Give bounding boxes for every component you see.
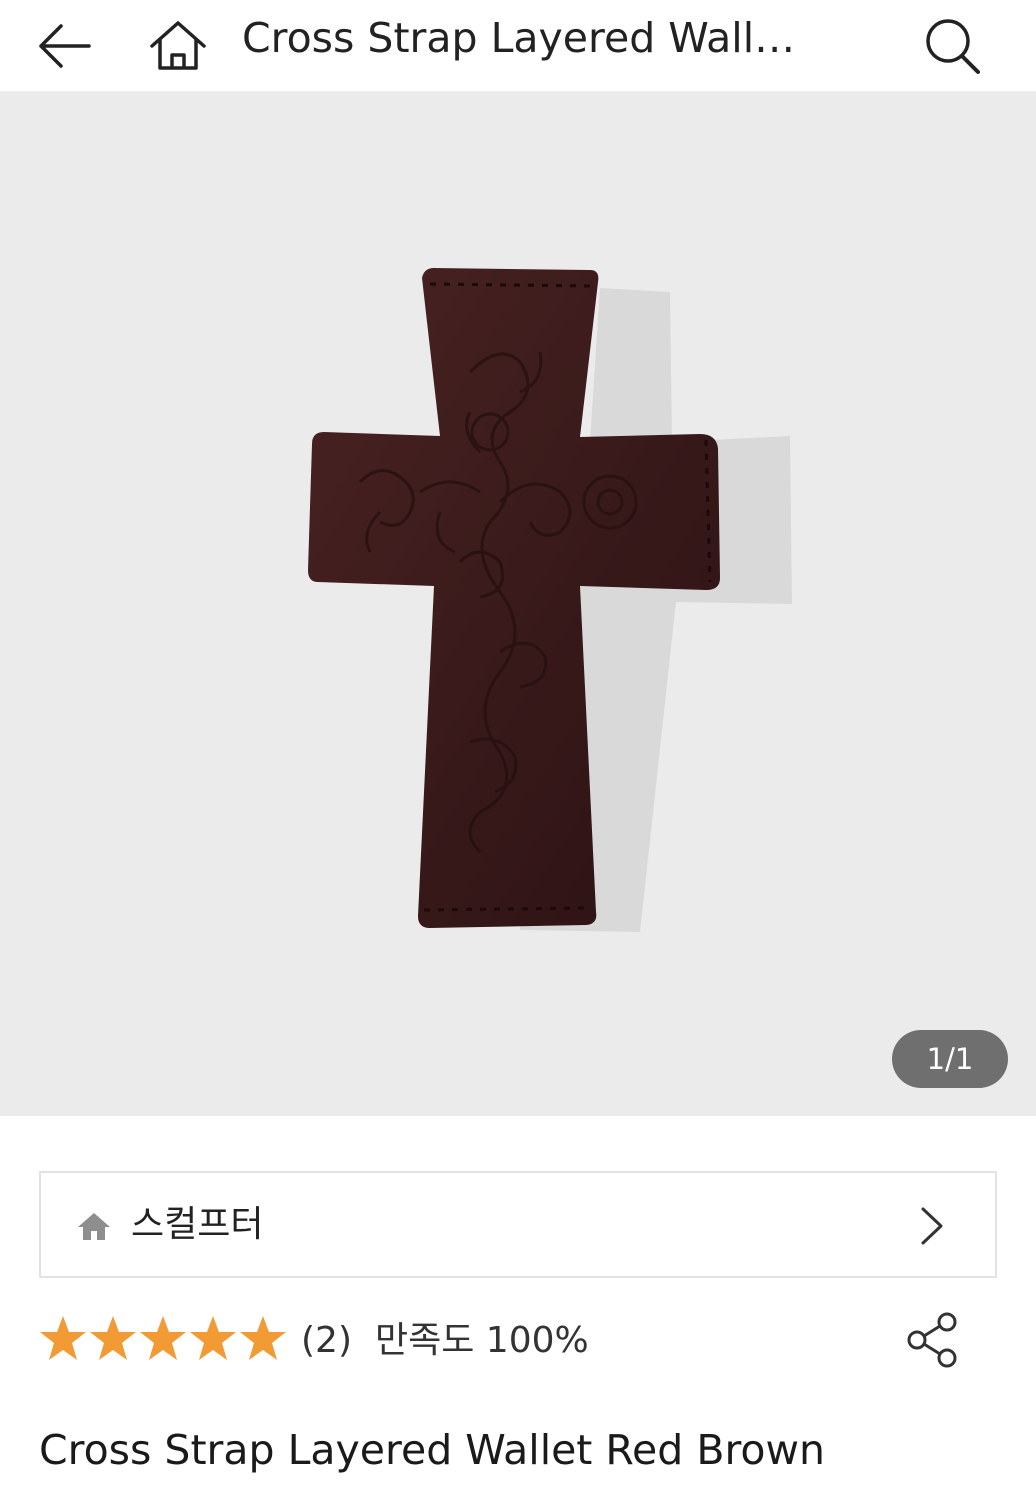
search-button[interactable] xyxy=(916,10,988,82)
top-app-bar: Cross Strap Layered Wallet Red Brown xyxy=(0,0,1036,92)
arrow-left-icon xyxy=(39,24,91,68)
product-image-gallery[interactable]: 1/1 xyxy=(0,92,1036,1116)
home-filled-icon xyxy=(78,1213,110,1240)
product-image xyxy=(308,268,792,932)
star-icon xyxy=(40,1316,86,1360)
star-rating xyxy=(39,1314,287,1364)
home-icon xyxy=(150,21,206,70)
rating-row: (2) 만족도 100% xyxy=(39,1310,999,1380)
share-button[interactable] xyxy=(903,1310,965,1370)
chevron-right-icon xyxy=(921,1207,943,1245)
product-title: Cross Strap Layered Wallet Red Brown xyxy=(39,1426,826,1474)
back-button[interactable] xyxy=(28,10,100,82)
home-button[interactable] xyxy=(142,10,214,82)
star-icon xyxy=(190,1316,236,1360)
share-icon xyxy=(907,1312,957,1368)
star-icon xyxy=(90,1316,136,1360)
star-icon xyxy=(240,1316,286,1360)
page-title: Cross Strap Layered Wallet Red Brown xyxy=(242,14,802,62)
brand-name: 스컬프터 xyxy=(131,1204,264,1245)
image-counter: 1/1 xyxy=(892,1030,1008,1088)
satisfaction-rate: 만족도 100% xyxy=(375,1320,589,1361)
review-count-link[interactable]: (2) xyxy=(301,1316,352,1366)
search-icon xyxy=(926,19,980,74)
star-icon xyxy=(140,1316,186,1360)
brand-link[interactable]: 스컬프터 xyxy=(39,1171,997,1278)
